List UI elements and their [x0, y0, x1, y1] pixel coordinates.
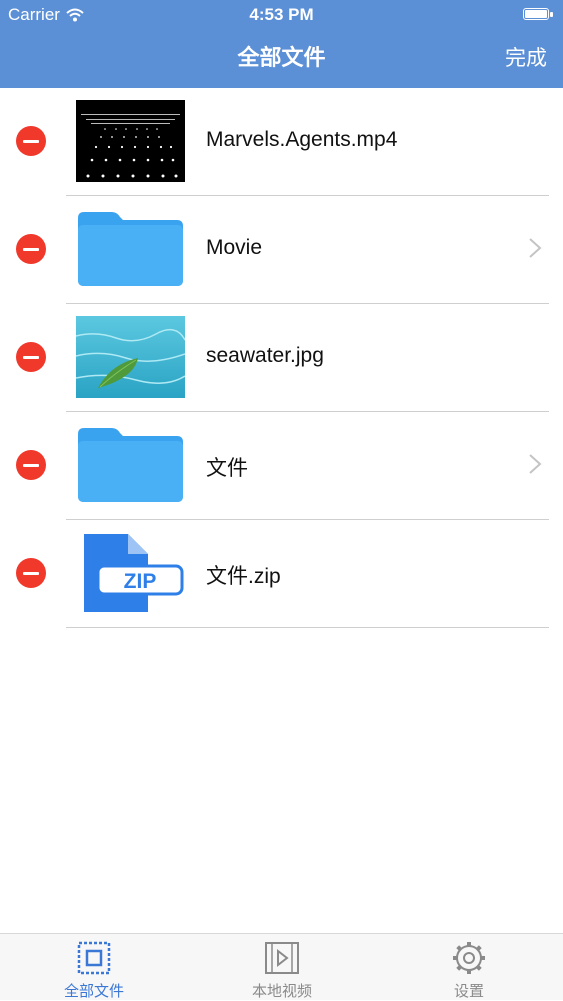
- tab-settings[interactable]: 设置: [409, 934, 529, 1000]
- done-button[interactable]: 完成: [505, 42, 547, 72]
- file-list: Marvels.Agents.mp4 Movie seawater.jpg 文件…: [0, 88, 563, 628]
- delete-icon[interactable]: [16, 450, 46, 480]
- file-row[interactable]: Movie: [0, 196, 563, 304]
- delete-icon[interactable]: [16, 126, 46, 156]
- page-title: 全部文件: [237, 45, 326, 70]
- chevron-right-icon: [529, 238, 542, 258]
- navigation-header: Carrier 4:53 PM 全部文件 完成: [0, 0, 563, 88]
- status-time: 4:53 PM: [249, 5, 314, 24]
- delete-icon[interactable]: [16, 342, 46, 372]
- chevron-right-icon: [529, 454, 542, 474]
- file-name: 文件: [206, 457, 248, 480]
- file-row[interactable]: 文件: [0, 412, 563, 520]
- tab-local-video[interactable]: 本地视频: [222, 934, 342, 1000]
- delete-icon[interactable]: [16, 558, 46, 588]
- file-name: seawater.jpg: [206, 344, 324, 367]
- delete-icon[interactable]: [16, 234, 46, 264]
- tab-label: 设置: [453, 983, 484, 1000]
- row-divider: [66, 626, 549, 628]
- tab-label: 本地视频: [251, 983, 312, 1000]
- video-icon: [265, 942, 299, 974]
- image-thumbnail: [76, 316, 185, 398]
- file-name: 文件.zip: [206, 565, 281, 588]
- tab-label: 全部文件: [63, 983, 124, 1000]
- all-files-icon: [77, 941, 111, 975]
- video-thumbnail: [76, 100, 185, 182]
- file-name: Movie: [206, 236, 263, 259]
- folder-icon: [78, 428, 183, 502]
- gear-icon: [453, 942, 485, 974]
- file-row[interactable]: seawater.jpg: [0, 304, 563, 412]
- zip-file-icon: ZIP: [84, 534, 184, 612]
- tab-all-files[interactable]: 全部文件: [34, 934, 154, 1000]
- folder-icon: [78, 212, 183, 286]
- file-name: Marvels.Agents.mp4: [206, 128, 398, 151]
- battery-icon: [523, 8, 553, 20]
- svg-text:ZIP: ZIP: [124, 570, 157, 593]
- file-row[interactable]: ZIP 文件.zip: [0, 520, 563, 628]
- status-bar: Carrier 4:53 PM: [0, 0, 563, 30]
- tab-bar: 全部文件 本地视频 设置: [0, 933, 563, 1000]
- file-row[interactable]: Marvels.Agents.mp4: [0, 88, 563, 196]
